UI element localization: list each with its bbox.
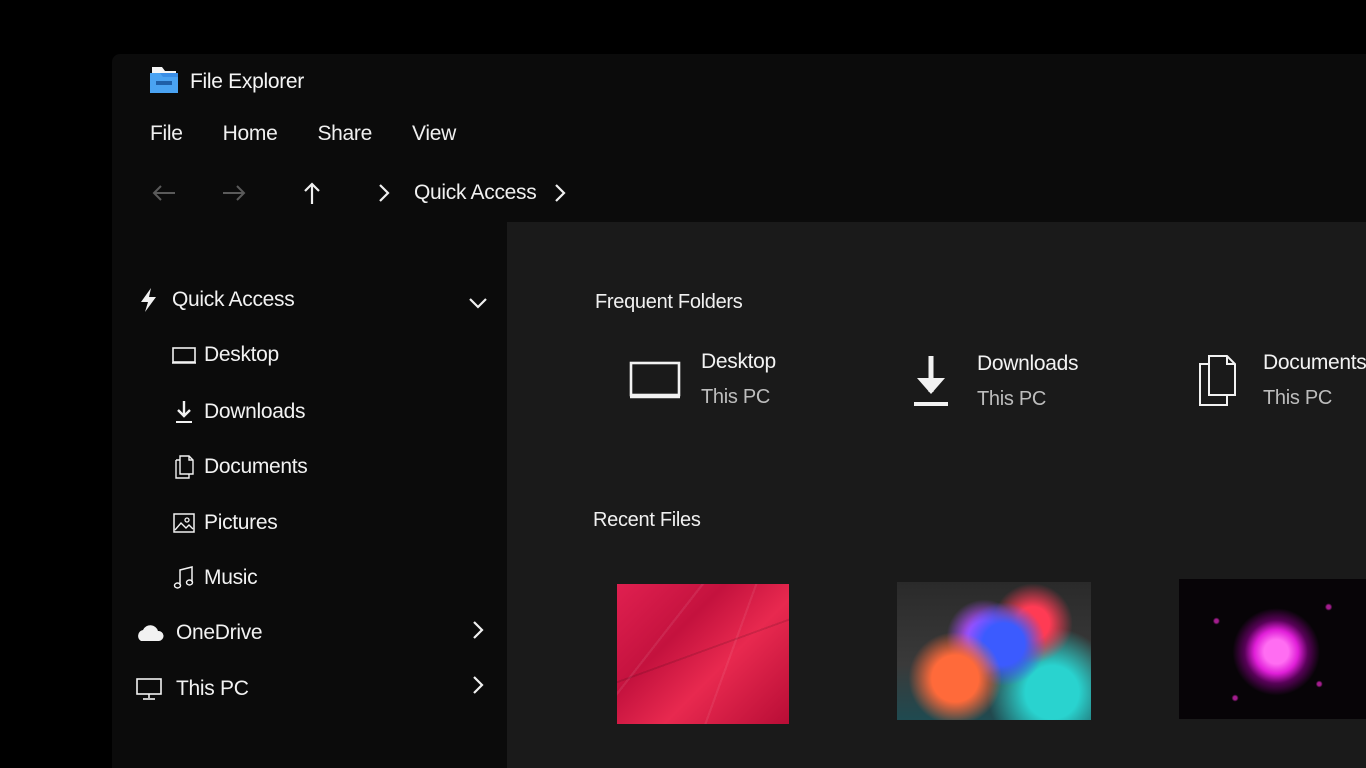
menu-view[interactable]: View <box>412 122 456 146</box>
sidebar-item-label: Music <box>204 566 258 589</box>
chevron-right-icon <box>473 676 484 694</box>
navigation-pane: Quick Access Desktop Downloads Documents <box>112 222 506 768</box>
sidebar-item-label: Documents <box>204 455 308 478</box>
chevron-down-icon <box>469 298 487 309</box>
sidebar-item-label: Quick Access <box>172 288 295 311</box>
content-pane: Frequent Folders Desktop This PC Downloa… <box>507 222 1366 768</box>
folder-name: Downloads <box>977 352 1079 375</box>
menu-share[interactable]: Share <box>317 122 372 146</box>
sidebar-item-label: Desktop <box>204 343 279 366</box>
music-icon <box>170 564 198 592</box>
title-bar: File Explorer <box>148 66 304 98</box>
folder-location: This PC <box>1263 387 1333 409</box>
menu-home[interactable]: Home <box>223 122 278 146</box>
app-title: File Explorer <box>190 70 304 93</box>
computer-icon <box>134 675 164 703</box>
download-icon <box>901 352 961 412</box>
arrow-up-icon <box>304 182 320 204</box>
address-bar: Quick Access <box>148 176 576 210</box>
pictures-icon <box>170 509 198 537</box>
quick-access-expand[interactable] <box>468 296 488 314</box>
arrow-right-icon <box>223 185 246 201</box>
folder-name: Desktop <box>701 350 776 373</box>
chevron-right-icon <box>473 621 484 639</box>
desktop-icon <box>625 350 685 410</box>
chevron-right-icon <box>555 184 567 202</box>
recent-file-thumbnail[interactable] <box>897 582 1091 720</box>
folder-location: This PC <box>977 388 1047 410</box>
this-pc-expand[interactable] <box>472 675 484 700</box>
desktop-icon <box>170 341 198 369</box>
recent-file-thumbnail[interactable] <box>617 584 789 724</box>
sidebar-item-downloads[interactable]: Downloads <box>170 398 306 426</box>
folder-app-icon <box>148 65 180 100</box>
download-icon <box>170 398 198 426</box>
cloud-icon <box>132 619 166 647</box>
recent-file-thumbnail[interactable] <box>1179 579 1366 719</box>
documents-icon <box>170 453 198 481</box>
sidebar-item-label: This PC <box>176 677 249 700</box>
back-button[interactable] <box>148 177 180 209</box>
sidebar-item-pictures[interactable]: Pictures <box>170 509 278 537</box>
folder-name: Documents <box>1263 351 1366 374</box>
recent-files-heading: Recent Files <box>593 509 701 531</box>
breadcrumb-root-chevron[interactable] <box>368 177 400 209</box>
documents-icon <box>1187 351 1247 411</box>
forward-button[interactable] <box>218 177 250 209</box>
arrow-left-icon <box>152 185 175 201</box>
chevron-right-icon <box>379 184 390 202</box>
sidebar-item-onedrive[interactable]: OneDrive <box>132 619 263 647</box>
breadcrumb-chevron[interactable] <box>544 177 576 209</box>
sidebar-item-label: Pictures <box>204 511 278 534</box>
menu-file[interactable]: File <box>150 122 183 146</box>
frequent-folder-documents[interactable]: Documents This PC <box>1187 351 1366 411</box>
folder-location: This PC <box>701 386 771 408</box>
lightning-icon <box>134 286 162 314</box>
frequent-folder-desktop[interactable]: Desktop This PC <box>625 350 776 410</box>
frequent-folders-heading: Frequent Folders <box>595 291 743 313</box>
ribbon-menu: File Home Share View <box>150 122 496 146</box>
sidebar-item-label: Downloads <box>204 400 306 423</box>
sidebar-item-desktop[interactable]: Desktop <box>170 341 279 369</box>
sidebar-item-label: OneDrive <box>176 621 263 644</box>
sidebar-item-quick-access[interactable]: Quick Access <box>134 286 295 314</box>
sidebar-item-this-pc[interactable]: This PC <box>134 675 249 703</box>
frequent-folder-downloads[interactable]: Downloads This PC <box>901 352 1079 412</box>
sidebar-item-music[interactable]: Music <box>170 564 258 592</box>
file-explorer-window: File Explorer File Home Share View Quick… <box>112 54 1366 768</box>
up-button[interactable] <box>296 177 328 209</box>
onedrive-expand[interactable] <box>472 620 484 645</box>
sidebar-item-documents[interactable]: Documents <box>170 453 308 481</box>
breadcrumb-quick-access[interactable]: Quick Access <box>414 181 537 205</box>
